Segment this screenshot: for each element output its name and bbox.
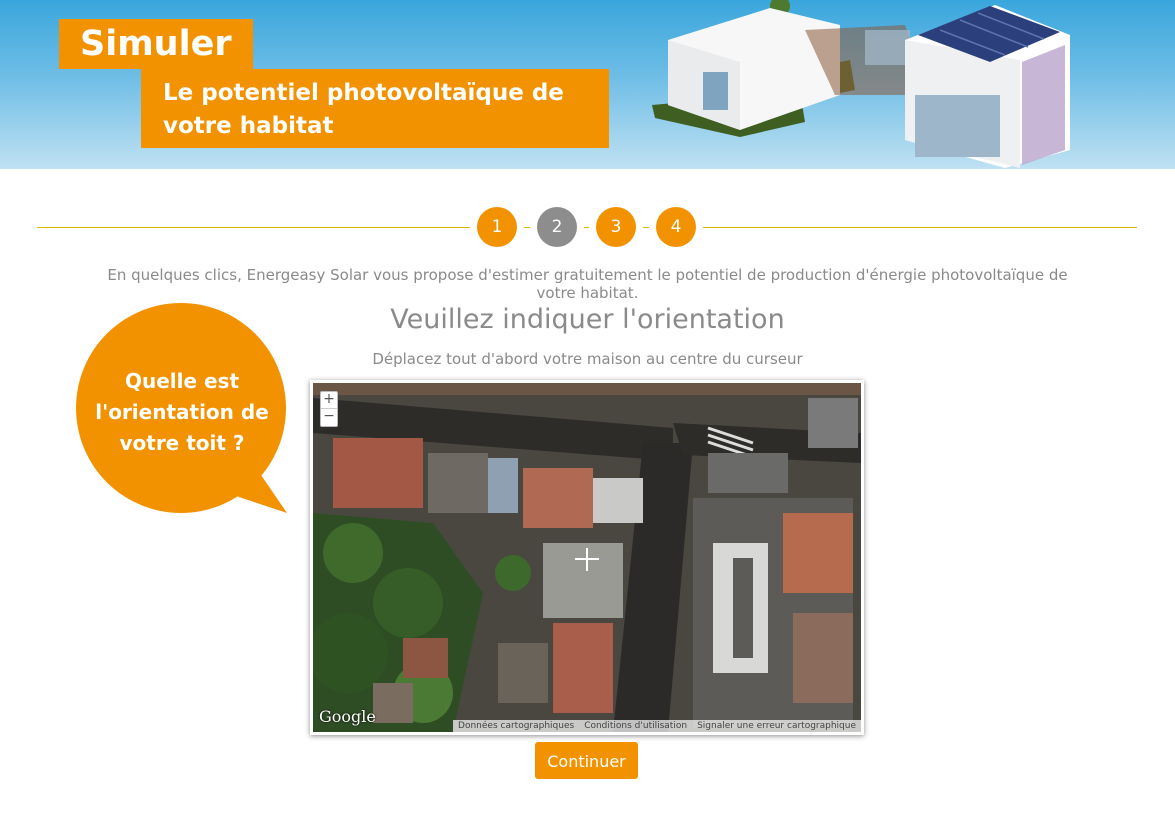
step-4[interactable]: 4 xyxy=(656,207,696,247)
bubble-line-2: l'orientation de xyxy=(95,400,269,424)
header-banner: Simuler Le potentiel photovoltaïque de v… xyxy=(0,0,1175,169)
house-illustration xyxy=(652,0,1070,168)
map-footer: Données cartographiques Conditions d'uti… xyxy=(453,720,861,732)
page-subtitle: Le potentiel photovoltaïque de votre hab… xyxy=(141,69,609,148)
zoom-control: + − xyxy=(320,391,338,427)
bubble-line-1: Quelle est xyxy=(124,369,240,393)
satellite-map[interactable]: + − Google Données cartographiques Condi… xyxy=(313,383,861,732)
map-terms-link[interactable]: Conditions d'utilisation xyxy=(579,720,692,732)
map-frame: + − Google Données cartographiques Condi… xyxy=(310,380,864,735)
continue-button[interactable]: Continuer xyxy=(535,742,638,779)
map-data-link[interactable]: Données cartographiques xyxy=(453,720,579,732)
intro-text: En quelques clics, Energeasy Solar vous … xyxy=(107,266,1068,302)
bubble-line-3: votre toit ? xyxy=(119,431,245,455)
stepper-line xyxy=(37,227,1137,228)
page-title: Simuler xyxy=(59,19,253,69)
map-imagery xyxy=(313,383,861,732)
google-logo: Google xyxy=(319,707,376,726)
bubble-question: Quelle est l'orientation de votre toit ? xyxy=(90,366,274,459)
step-1[interactable]: 1 xyxy=(477,207,517,247)
step-3[interactable]: 3 xyxy=(596,207,636,247)
map-report-link[interactable]: Signaler une erreur cartographique xyxy=(692,720,861,732)
zoom-in-button[interactable]: + xyxy=(321,392,337,408)
zoom-out-button[interactable]: − xyxy=(321,408,337,425)
step-2[interactable]: 2 xyxy=(537,207,577,247)
